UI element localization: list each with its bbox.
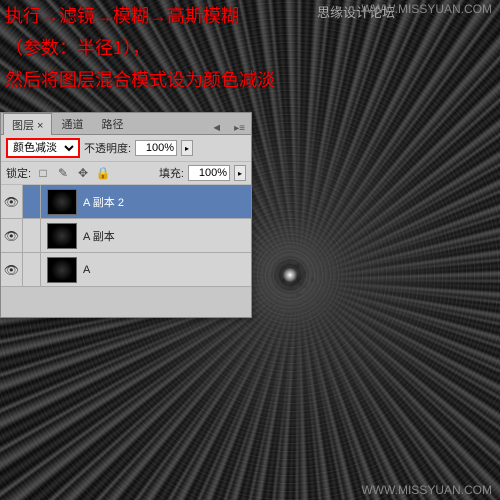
lock-label: 锁定:	[6, 165, 31, 181]
opacity-input[interactable]	[135, 140, 177, 156]
lock-all-icon[interactable]: 🔒	[95, 166, 111, 180]
visibility-eye-icon[interactable]: 👁	[1, 185, 23, 218]
layer-thumbnail[interactable]	[47, 189, 77, 215]
visibility-eye-icon[interactable]: 👁	[1, 219, 23, 252]
opacity-label: 不透明度:	[84, 140, 131, 156]
blend-opacity-row: 颜色减淡 不透明度: ▸	[1, 135, 251, 162]
panel-tabs: 图层 × 通道 路径 ◄ ▸≡	[1, 113, 251, 135]
lock-brush-icon[interactable]: ✎	[55, 166, 71, 180]
tab-layers[interactable]: 图层 ×	[3, 113, 52, 135]
link-cell[interactable]	[23, 253, 41, 286]
instruction-line2: （参数：半径1），	[5, 32, 495, 64]
fill-flyout-icon[interactable]: ▸	[234, 165, 246, 181]
layer-name[interactable]: A	[83, 264, 251, 276]
watermark-bottom: WWW.MISSYUAN.COM	[361, 483, 492, 497]
visibility-eye-icon[interactable]: 👁	[1, 253, 23, 286]
watermark-top: WWW.MISSYUAN.COM	[361, 2, 492, 16]
layers-empty-area	[1, 287, 251, 317]
layer-name[interactable]: A 副本	[83, 228, 251, 244]
lock-icons: □ ✎ ✥ 🔒	[35, 166, 111, 180]
tab-channels[interactable]: 通道	[52, 112, 92, 134]
blend-mode-select[interactable]: 颜色减淡	[9, 141, 77, 155]
layers-panel: 图层 × 通道 路径 ◄ ▸≡ 颜色减淡 不透明度: ▸ 锁定: □ ✎ ✥ 🔒…	[0, 112, 252, 318]
link-cell[interactable]	[23, 185, 41, 218]
layer-name[interactable]: A 副本 2	[83, 194, 251, 210]
blend-mode-highlight: 颜色减淡	[6, 138, 80, 158]
instruction-line3: 然后将图层混合模式设为颜色减淡	[5, 64, 495, 96]
link-cell[interactable]	[23, 219, 41, 252]
opacity-flyout-icon[interactable]: ▸	[181, 140, 193, 156]
panel-menu-icon[interactable]: ▸≡	[228, 123, 251, 134]
layer-thumbnail[interactable]	[47, 257, 77, 283]
tab-paths[interactable]: 路径	[92, 112, 132, 134]
panel-collapse-icon[interactable]: ◄	[205, 122, 228, 134]
lock-pixels-icon[interactable]: □	[35, 166, 51, 180]
layer-row[interactable]: 👁 A 副本	[1, 219, 251, 253]
lock-move-icon[interactable]: ✥	[75, 166, 91, 180]
layer-thumbnail[interactable]	[47, 223, 77, 249]
layer-row[interactable]: 👁 A 副本 2	[1, 185, 251, 219]
layer-row[interactable]: 👁 A	[1, 253, 251, 287]
fill-input[interactable]	[188, 165, 230, 181]
lock-fill-row: 锁定: □ ✎ ✥ 🔒 填充: ▸	[1, 162, 251, 185]
fill-label: 填充:	[159, 165, 184, 181]
layers-list: 👁 A 副本 2 👁 A 副本 👁 A	[1, 185, 251, 317]
